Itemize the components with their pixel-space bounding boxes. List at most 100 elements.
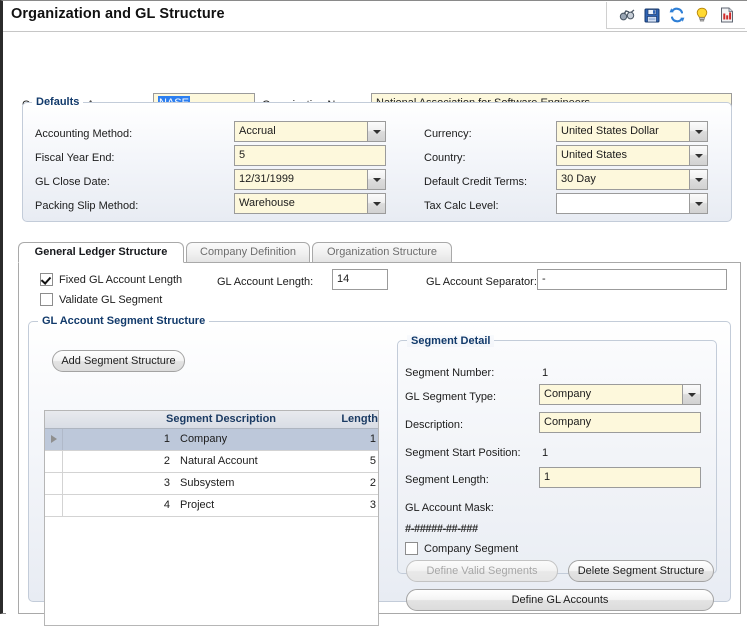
- gl-close-date-value: 12/31/1999: [239, 173, 295, 185]
- chevron-down-icon[interactable]: [367, 122, 385, 141]
- segment-number-label: Segment Number:: [405, 367, 495, 379]
- fixed-gl-account-length-label: Fixed GL Account Length: [59, 274, 183, 286]
- row-selector-cell[interactable]: [45, 495, 63, 516]
- table-row[interactable]: 3 Subsystem 2: [45, 473, 378, 495]
- default-credit-terms-combo[interactable]: 30 Day: [556, 169, 708, 190]
- toolbar: [606, 2, 745, 29]
- segment-structure-grid[interactable]: Segment Description Length 1 Company 1 2…: [44, 410, 379, 626]
- chevron-down-icon[interactable]: [367, 170, 385, 189]
- gl-segment-type-value: Company: [544, 388, 592, 400]
- cell-segment-number: 2: [163, 455, 170, 467]
- title-bar: Organization and GL Structure: [3, 1, 747, 32]
- refresh-icon[interactable]: [669, 7, 685, 23]
- grid-header-rowselector: [45, 411, 62, 428]
- cell-segment-length: 5: [369, 455, 376, 467]
- grid-empty-area: [45, 517, 378, 625]
- segment-description-label: Description:: [405, 419, 464, 431]
- page-title: Organization and GL Structure: [11, 6, 225, 22]
- application-window: Organization and GL Structure Defaults A…: [0, 0, 747, 626]
- cell-segment-description: Natural Account: [180, 455, 258, 467]
- row-selector-cell[interactable]: [45, 429, 63, 450]
- cell-segment-length: 1: [369, 433, 376, 445]
- currency-value: United States Dollar: [561, 125, 659, 137]
- row-selector-cell[interactable]: [45, 473, 63, 494]
- save-floppy-icon[interactable]: [644, 7, 660, 23]
- segment-start-position-label: Segment Start Position:: [405, 447, 521, 459]
- chevron-down-icon[interactable]: [689, 170, 707, 189]
- tab-strip: General Ledger Structure Company Definit…: [18, 242, 741, 263]
- company-segment-label: Company Segment: [424, 543, 519, 555]
- default-credit-terms-label: Default Credit Terms:: [424, 176, 528, 188]
- currency-combo[interactable]: United States Dollar: [556, 121, 708, 142]
- fiscal-year-end-input[interactable]: 5: [234, 145, 386, 166]
- chevron-down-icon[interactable]: [367, 194, 385, 213]
- delete-segment-structure-button[interactable]: Delete Segment Structure: [568, 560, 714, 582]
- chevron-down-icon[interactable]: [689, 122, 707, 141]
- tab-organization-structure[interactable]: Organization Structure: [312, 242, 452, 263]
- currency-label: Currency:: [424, 128, 472, 140]
- segment-start-position-value: 1: [542, 447, 549, 459]
- gl-close-date-label: GL Close Date:: [35, 176, 110, 188]
- grid-header-length: Length: [341, 413, 378, 425]
- defaults-group-title: Defaults: [32, 96, 84, 108]
- find-binoculars-icon[interactable]: [619, 7, 635, 23]
- country-label: Country:: [424, 152, 466, 164]
- gl-account-mask-value: #-#####-##-###: [405, 523, 478, 535]
- cell-segment-description: Project: [180, 499, 215, 511]
- gl-account-separator-label: GL Account Separator:: [426, 276, 537, 288]
- report-document-icon[interactable]: [719, 7, 735, 23]
- hint-lightbulb-icon[interactable]: [694, 7, 710, 23]
- accounting-method-value: Accrual: [239, 125, 276, 137]
- company-segment-checkbox[interactable]: [405, 542, 418, 555]
- country-value: United States: [561, 149, 628, 161]
- segment-length-label: Segment Length:: [405, 474, 489, 486]
- gl-account-separator-input[interactable]: -: [537, 269, 727, 290]
- gl-account-segment-structure-title: GL Account Segment Structure: [38, 315, 210, 327]
- segment-detail-title: Segment Detail: [407, 335, 495, 347]
- grid-header-row: Segment Description Length: [45, 411, 378, 429]
- segment-length-input[interactable]: 1: [539, 467, 701, 488]
- accounting-method-combo[interactable]: Accrual: [234, 121, 386, 142]
- gl-segment-type-label: GL Segment Type:: [405, 391, 497, 403]
- gl-segment-type-combo[interactable]: Company: [539, 384, 701, 405]
- cell-segment-description: Subsystem: [180, 477, 235, 489]
- gl-account-length-input[interactable]: 14: [332, 269, 388, 290]
- cell-segment-number: 1: [163, 433, 170, 445]
- chevron-down-icon[interactable]: [689, 194, 707, 213]
- chevron-down-icon[interactable]: [689, 146, 707, 165]
- cell-segment-description: Company: [180, 433, 228, 445]
- grid-header-segment-description: Segment Description: [165, 413, 277, 425]
- tax-calc-level-label: Tax Calc Level:: [424, 200, 499, 212]
- segment-description-input[interactable]: Company: [539, 412, 701, 433]
- cell-segment-length: 3: [369, 499, 376, 511]
- table-row[interactable]: 2 Natural Account 5: [45, 451, 378, 473]
- define-gl-accounts-button[interactable]: Define GL Accounts: [406, 589, 714, 611]
- gl-account-length-label: GL Account Length:: [217, 276, 314, 288]
- add-segment-structure-button[interactable]: Add Segment Structure: [52, 350, 185, 372]
- packing-slip-method-label: Packing Slip Method:: [35, 200, 139, 212]
- packing-slip-method-combo[interactable]: Warehouse: [234, 193, 386, 214]
- tab-company-definition[interactable]: Company Definition: [186, 242, 310, 263]
- packing-slip-method-value: Warehouse: [239, 197, 295, 209]
- form-content: Organization Acronym: NASE Organization …: [6, 32, 747, 626]
- table-row[interactable]: 1 Company 1: [45, 429, 378, 451]
- fixed-gl-account-length-checkbox[interactable]: [40, 273, 53, 286]
- tax-calc-level-combo[interactable]: [556, 193, 708, 214]
- cell-segment-number: 3: [163, 477, 170, 489]
- define-valid-segments-button[interactable]: Define Valid Segments: [406, 560, 558, 582]
- table-row[interactable]: 4 Project 3: [45, 495, 378, 517]
- row-selector-cell[interactable]: [45, 451, 63, 472]
- validate-gl-segment-checkbox[interactable]: [40, 293, 53, 306]
- chevron-down-icon[interactable]: [682, 385, 700, 404]
- tab-general-ledger-structure[interactable]: General Ledger Structure: [18, 242, 184, 263]
- cell-segment-length: 2: [369, 477, 376, 489]
- gl-close-date-combo[interactable]: 12/31/1999: [234, 169, 386, 190]
- row-selector-arrow-icon: [51, 435, 57, 443]
- cell-segment-number: 4: [163, 499, 170, 511]
- country-combo[interactable]: United States: [556, 145, 708, 166]
- fiscal-year-end-label: Fiscal Year End:: [35, 152, 115, 164]
- segment-number-value: 1: [542, 367, 549, 379]
- default-credit-terms-value: 30 Day: [561, 173, 596, 185]
- validate-gl-segment-label: Validate GL Segment: [59, 294, 163, 306]
- gl-account-mask-label: GL Account Mask:: [405, 502, 494, 514]
